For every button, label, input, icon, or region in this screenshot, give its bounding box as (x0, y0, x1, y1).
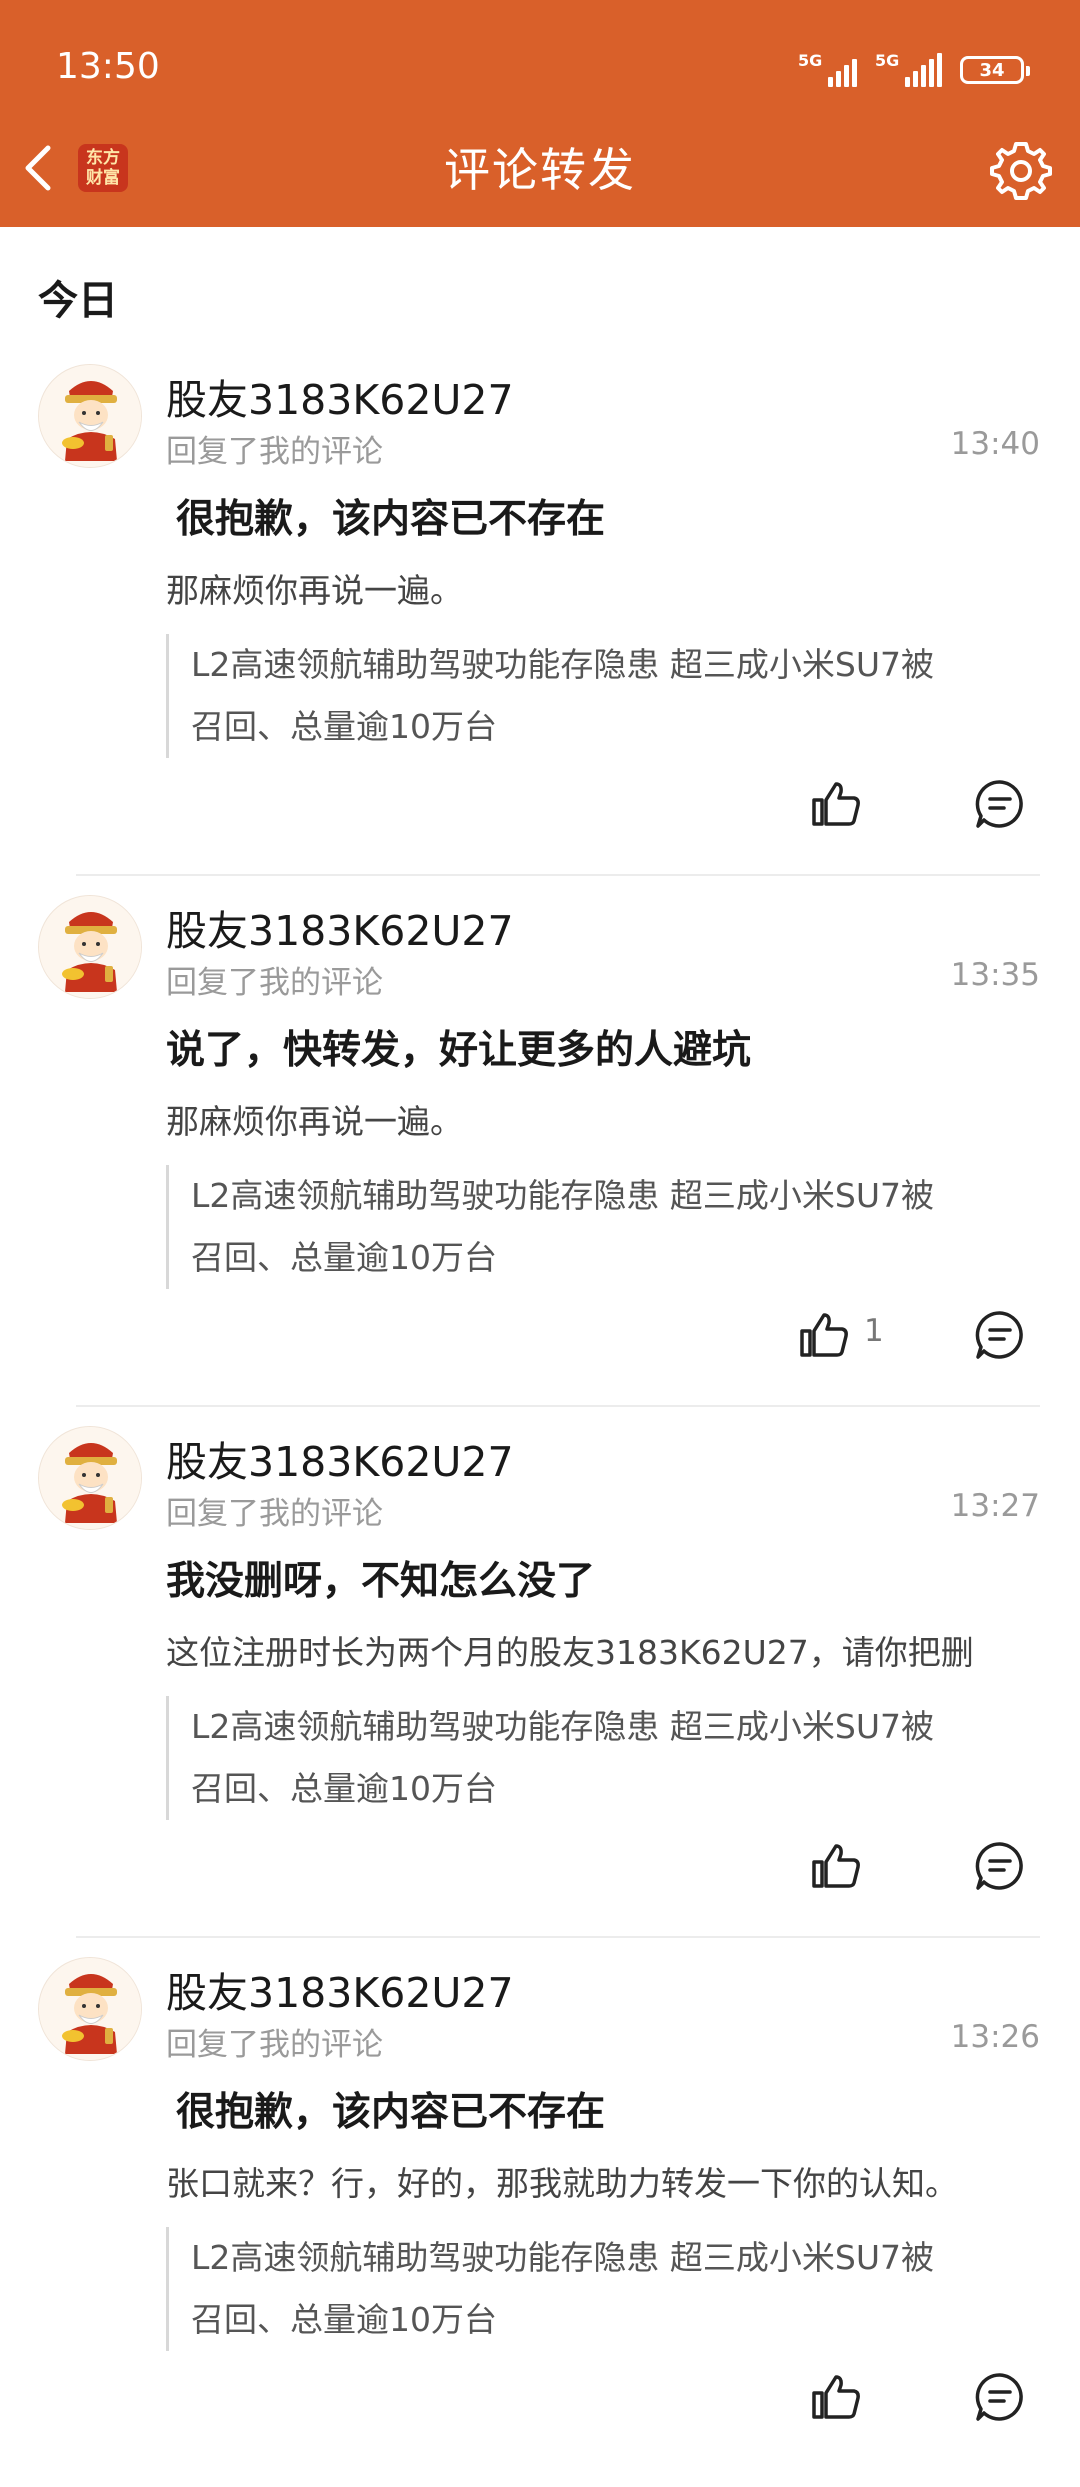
quoted-article[interactable]: L2高速领航辅助驾驶功能存隐患 超三成小米SU7被 召回、总量逾10万台 (166, 1696, 1040, 1820)
section-title-today: 今日 (38, 278, 118, 324)
my-comment-text[interactable]: 这位注册时长为两个月的股友3183K62U27，请你把删 (166, 1626, 1040, 1674)
avatar[interactable] (38, 364, 142, 468)
quoted-article[interactable]: L2高速领航辅助驾驶功能存隐患 超三成小米SU7被 召回、总量逾10万台 (166, 2227, 1040, 2351)
reply-text[interactable]: 我没删呀，不知怎么没了 (166, 1550, 595, 1606)
top-app-bar: 13:50 5G 5G 34 东方 财富 评论转发 (0, 0, 1080, 227)
avatar[interactable] (38, 895, 142, 999)
thumbs-up-icon[interactable] (808, 776, 864, 832)
quoted-article-line-1: L2高速领航辅助驾驶功能存隐患 超三成小米SU7被 (191, 1176, 934, 1215)
signal-icon-2: 5G (875, 53, 942, 87)
signal-label-2: 5G (875, 51, 900, 70)
comment-bubble-icon[interactable] (972, 2369, 1028, 2425)
divider (76, 874, 1040, 876)
quoted-article[interactable]: L2高速领航辅助驾驶功能存隐患 超三成小米SU7被 召回、总量逾10万台 (166, 634, 1040, 758)
reply-item[interactable]: 股友3183K62U27 回复了我的评论 13:26 很抱歉，该内容已不存在 张… (0, 1957, 1080, 2487)
thumbs-up-icon[interactable] (796, 1307, 852, 1363)
divider (76, 1936, 1040, 1938)
gear-icon[interactable] (988, 138, 1054, 204)
comment-bubble-icon[interactable] (972, 1838, 1028, 1894)
status-icons: 5G 5G 34 (798, 52, 1030, 88)
quoted-article[interactable]: L2高速领航辅助驾驶功能存隐患 超三成小米SU7被 召回、总量逾10万台 (166, 1165, 1040, 1289)
comment-bubble-icon[interactable] (972, 776, 1028, 832)
comment-bubble-icon[interactable] (972, 1307, 1028, 1363)
quoted-article-line-1: L2高速领航辅助驾驶功能存隐患 超三成小米SU7被 (191, 645, 934, 684)
reply-time: 13:26 (950, 2019, 1040, 2055)
username[interactable]: 股友3183K62U27 (166, 366, 514, 426)
my-comment-text[interactable]: 那麻烦你再说一遍。 (166, 1095, 1040, 1143)
page-title: 评论转发 (444, 143, 636, 197)
reply-subtitle: 回复了我的评论 (166, 2027, 383, 2063)
signal-icon-1: 5G (798, 53, 857, 87)
quoted-article-line-1: L2高速领航辅助驾驶功能存隐患 超三成小米SU7被 (191, 2238, 934, 2277)
thumbs-up-icon[interactable] (808, 2369, 864, 2425)
divider (76, 1405, 1040, 1407)
my-comment-text[interactable]: 张口就来？行，好的，那我就助力转发一下你的认知。 (166, 2157, 1040, 2205)
quoted-article-line-1: L2高速领航辅助驾驶功能存隐患 超三成小米SU7被 (191, 1707, 934, 1746)
reply-text[interactable]: 很抱歉，该内容已不存在 (176, 2081, 605, 2137)
like-count: 1 (864, 1313, 884, 1349)
avatar[interactable] (38, 1426, 142, 1530)
reply-text[interactable]: 很抱歉，该内容已不存在 (176, 488, 605, 544)
username[interactable]: 股友3183K62U27 (166, 1428, 514, 1488)
username[interactable]: 股友3183K62U27 (166, 897, 514, 957)
reply-subtitle: 回复了我的评论 (166, 1496, 383, 1532)
reply-subtitle: 回复了我的评论 (166, 965, 383, 1001)
quoted-article-line-2: 召回、总量逾10万台 (191, 2300, 497, 2339)
status-time: 13:50 (56, 46, 160, 87)
battery-icon: 34 (960, 56, 1030, 84)
reply-subtitle: 回复了我的评论 (166, 434, 383, 470)
avatar[interactable] (38, 1957, 142, 2061)
quoted-article-line-2: 召回、总量逾10万台 (191, 1238, 497, 1277)
reply-time: 13:35 (950, 957, 1040, 993)
reply-item[interactable]: 股友3183K62U27 回复了我的评论 13:35 说了，快转发，好让更多的人… (0, 895, 1080, 1425)
reply-text[interactable]: 说了，快转发，好让更多的人避坑 (166, 1019, 751, 1075)
signal-label-1: 5G (798, 51, 823, 70)
battery-level: 34 (979, 59, 1005, 81)
reply-item[interactable]: 股友3183K62U27 回复了我的评论 13:27 我没删呀，不知怎么没了 这… (0, 1426, 1080, 1956)
reply-time: 13:27 (950, 1488, 1040, 1524)
my-comment-text[interactable]: 那麻烦你再说一遍。 (166, 564, 1040, 612)
reply-item[interactable]: 股友3183K62U27 回复了我的评论 13:40 很抱歉，该内容已不存在 那… (0, 364, 1080, 894)
username[interactable]: 股友3183K62U27 (166, 1959, 514, 2019)
quoted-article-line-2: 召回、总量逾10万台 (191, 1769, 497, 1808)
thumbs-up-icon[interactable] (808, 1838, 864, 1894)
reply-time: 13:40 (950, 426, 1040, 462)
quoted-article-line-2: 召回、总量逾10万台 (191, 707, 497, 746)
